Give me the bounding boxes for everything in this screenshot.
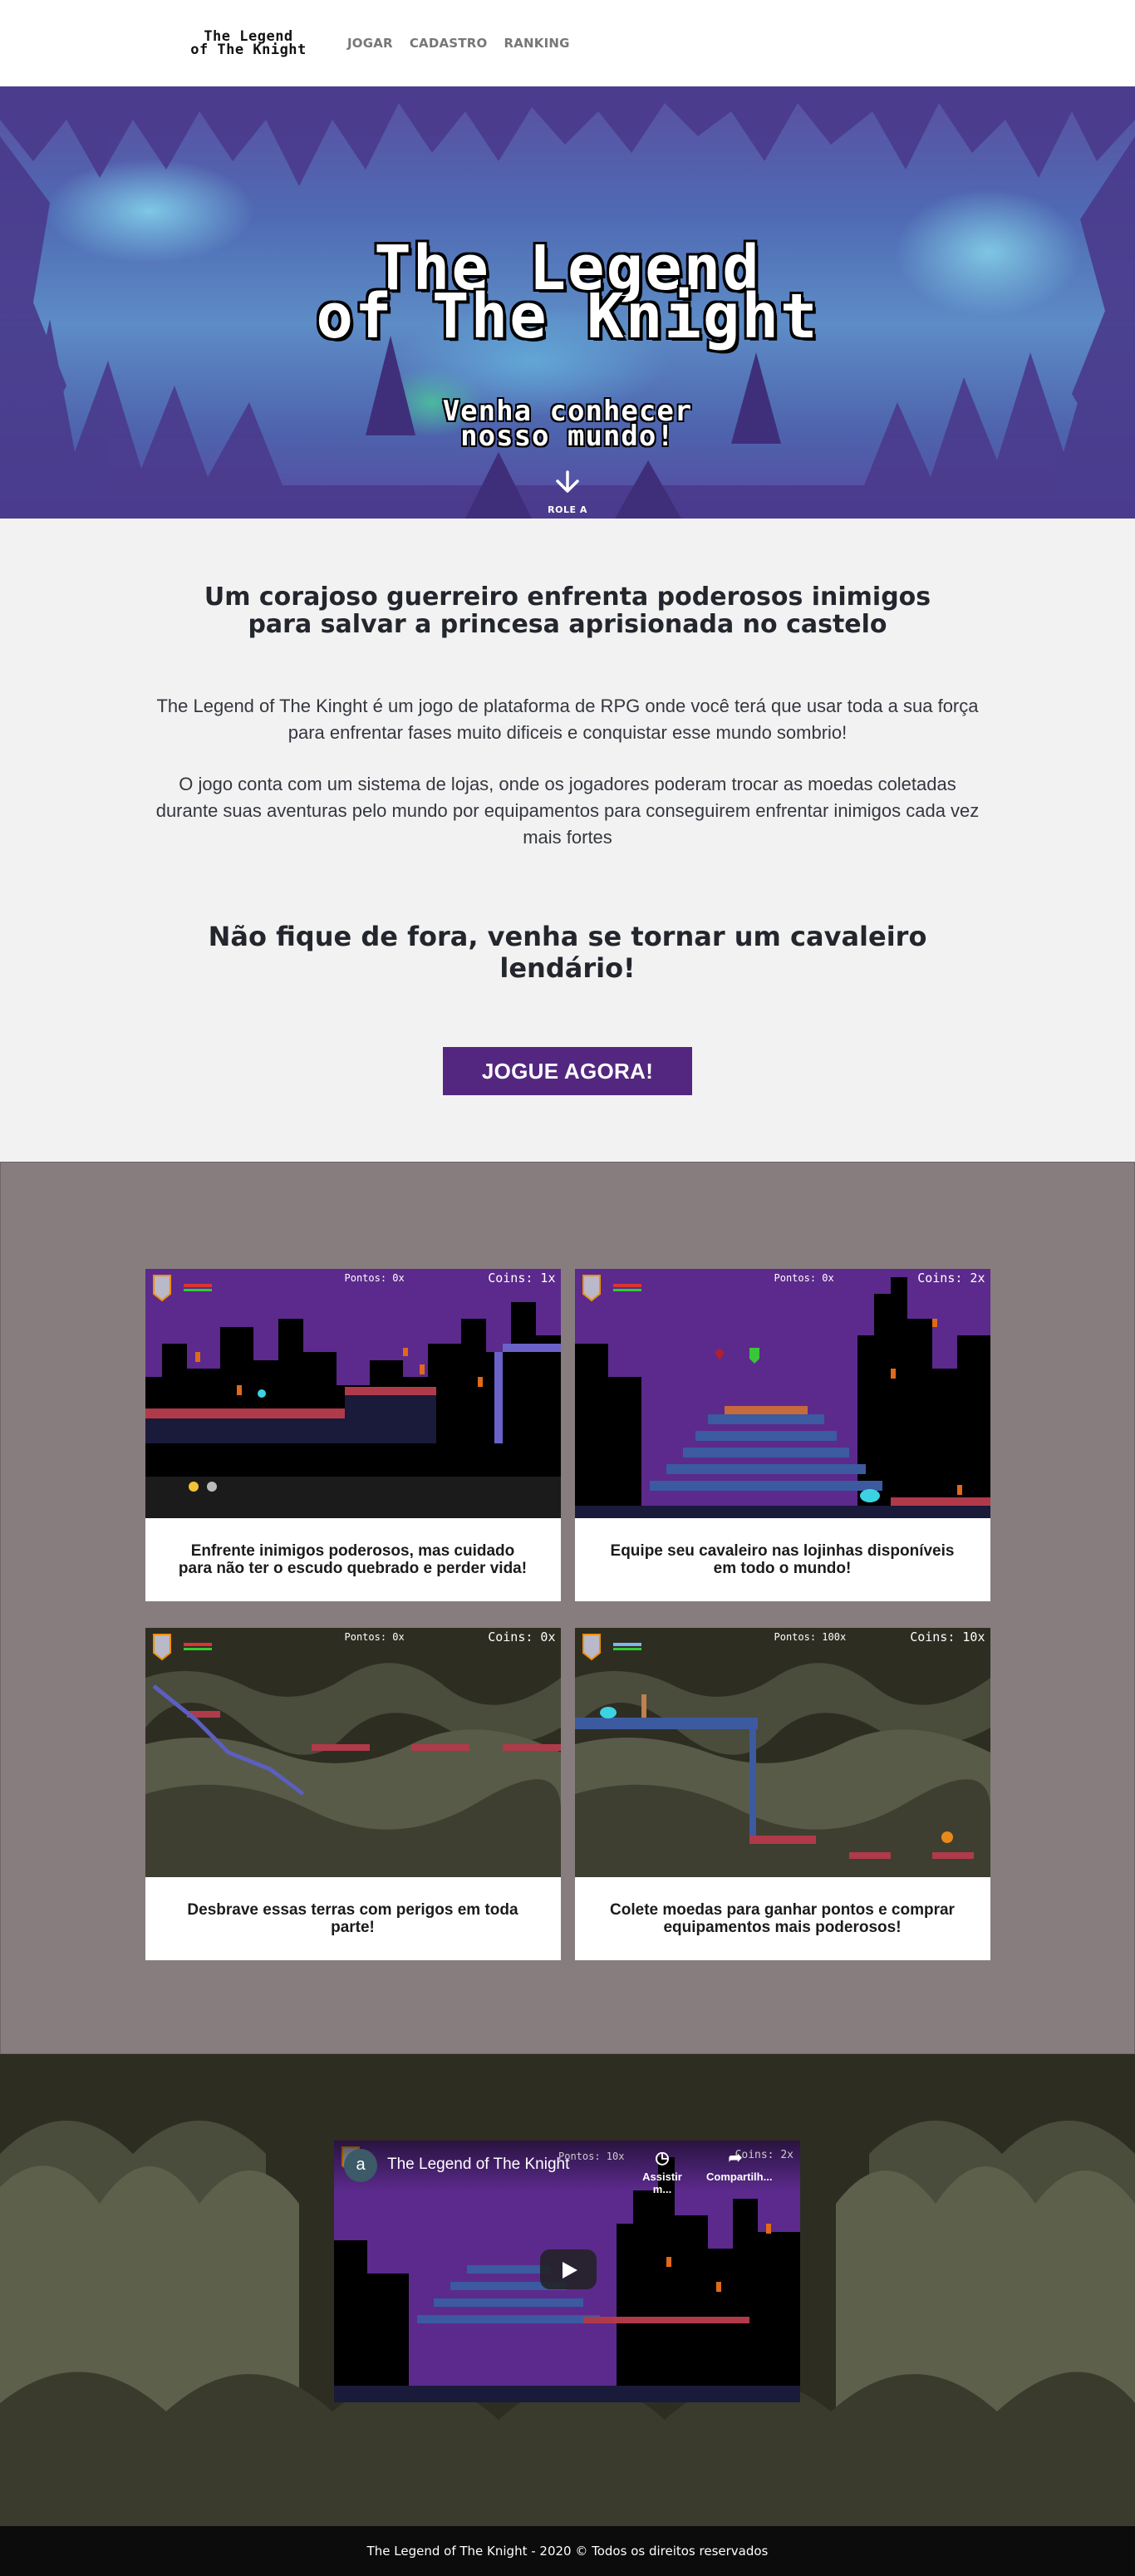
game-scene-2 (574, 1269, 990, 1518)
clock-icon: ◷ (655, 2149, 670, 2167)
coins-counter: Coins: 0x (488, 1630, 556, 1644)
hero-subtitle-line-2: nosso mundo! (460, 420, 675, 453)
scroll-down-link[interactable]: ROLE A (0, 470, 1135, 515)
watch-later-button[interactable]: ◷ Assistir m... (633, 2149, 691, 2195)
video-player[interactable]: a The Legend of The Knight Pontos: 10x C… (334, 2141, 800, 2402)
game-screenshot-3: Pontos: 0x Coins: 0x (145, 1628, 561, 1877)
intro-headline: Um corajoso guerreiro enfrenta poderosos… (204, 583, 931, 639)
game-scene-4 (574, 1628, 990, 1877)
channel-avatar[interactable]: a (344, 2149, 377, 2182)
nav-link-cadastro[interactable]: CADASTRO (410, 36, 488, 51)
top-nav: The Legend of The Knight JOGAR CADASTRO … (0, 0, 1135, 86)
share-button[interactable]: ➦ Compartilh... (706, 2149, 772, 2183)
site-footer: The Legend of The Knight - 2020 © Todos … (0, 2526, 1135, 2576)
card-caption: Enfrente inimigos poderosos, mas cuidado… (178, 1542, 528, 1577)
game-scene-1 (145, 1269, 561, 1518)
coins-counter: Coins: 1x (488, 1271, 556, 1286)
play-now-button[interactable]: JOGUE AGORA! (443, 1047, 692, 1095)
gallery-card-3: Pontos: 0x Coins: 0x Desbrave essas terr… (145, 1628, 561, 1960)
intro-section: Um corajoso guerreiro enfrenta poderosos… (0, 519, 1135, 1162)
share-icon: ➦ (728, 2149, 743, 2167)
share-label: Compartilh... (706, 2170, 773, 2183)
coins-counter: Coins: 2x (917, 1271, 985, 1286)
game-screenshot-4: Pontos: 100x Coins: 10x (574, 1628, 990, 1877)
hero-title: The Legend of The Knight (0, 238, 1135, 347)
nav-links: JOGAR CADASTRO RANKING (347, 36, 570, 51)
hero-subtitle: Venha conhecer nosso mundo! (0, 397, 1135, 450)
points-counter: Pontos: 0x (774, 1272, 834, 1284)
hero-title-line-2: of The Knight (316, 281, 819, 352)
points-counter: Pontos: 0x (344, 1272, 405, 1284)
gallery-card-2: Pontos: 0x Coins: 2x Equipe seu cavaleir… (574, 1269, 990, 1601)
brand-logo[interactable]: The Legend of The Knight (178, 30, 319, 57)
brand-line-2: of The Knight (190, 42, 307, 58)
gallery-card-4: Pontos: 100x Coins: 10x Colete moedas pa… (574, 1628, 990, 1960)
card-caption: Equipe seu cavaleiro nas lojinhas dispon… (610, 1542, 955, 1577)
scroll-label: ROLE A (548, 504, 587, 515)
video-title[interactable]: The Legend of The Knight (387, 2156, 569, 2174)
overlay-points: Pontos: 10x (558, 2151, 625, 2162)
screenshot-gallery: Pontos: 0x Coins: 1x Enfrente inimigos p… (0, 1162, 1135, 2054)
watch-later-label: Assistir m... (642, 2170, 682, 2195)
intro-paragraph-1: The Legend of The Kinght é um jogo de pl… (156, 696, 979, 743)
gallery-card-1: Pontos: 0x Coins: 1x Enfrente inimigos p… (145, 1269, 561, 1601)
footer-copyright: The Legend of The Knight - 2020 © Todos … (366, 2544, 769, 2559)
call-to-action-headline: Não fique de fora, venha se tornar um ca… (208, 921, 927, 984)
game-screenshot-2: Pontos: 0x Coins: 2x (574, 1269, 990, 1518)
game-screenshot-1: Pontos: 0x Coins: 1x (145, 1269, 561, 1518)
card-caption: Desbrave essas terras com perigos em tod… (187, 1901, 518, 1936)
card-caption: Colete moedas para ganhar pontos e compr… (610, 1901, 955, 1936)
arrow-down-icon (556, 470, 579, 493)
points-counter: Pontos: 100x (774, 1631, 847, 1643)
game-scene-3 (145, 1628, 561, 1877)
nav-link-jogar[interactable]: JOGAR (347, 36, 393, 51)
video-section: a The Legend of The Knight Pontos: 10x C… (0, 2054, 1135, 2526)
hero-banner: The Legend of The Knight Venha conhecer … (0, 86, 1135, 519)
play-button[interactable] (540, 2249, 597, 2289)
coins-counter: Coins: 10x (910, 1630, 985, 1644)
points-counter: Pontos: 0x (344, 1631, 405, 1643)
intro-paragraph-2: O jogo conta com um sistema de lojas, on… (155, 774, 980, 848)
nav-link-ranking[interactable]: RANKING (504, 36, 569, 51)
